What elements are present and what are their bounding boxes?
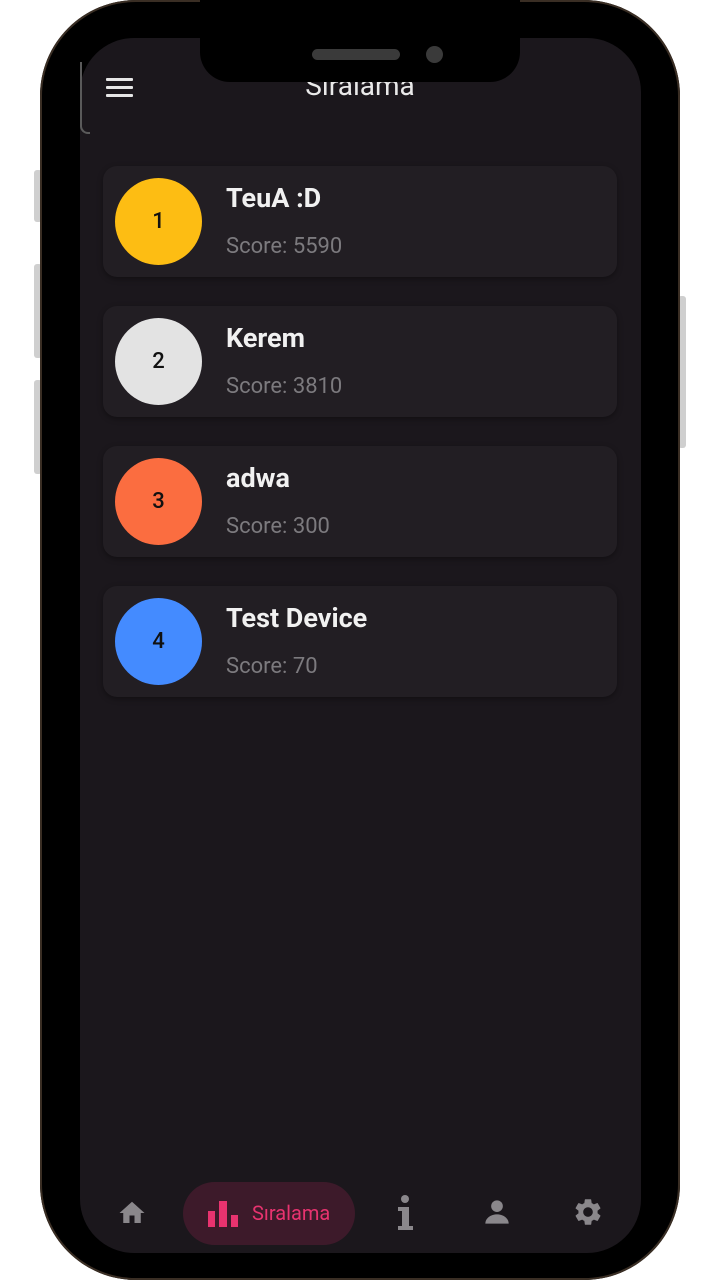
player-score: Score: 70 [226, 654, 318, 679]
nav-profile[interactable] [483, 1198, 511, 1226]
nav-settings[interactable] [572, 1196, 604, 1228]
gear-icon [575, 1199, 601, 1225]
nav-info[interactable] [394, 1194, 416, 1232]
rank-badge: 2 [115, 318, 202, 405]
player-score: Score: 5590 [226, 234, 343, 259]
bottom-navigation: Sıralama [80, 1162, 641, 1262]
rank-badge: 3 [115, 458, 202, 545]
leaderboard-row[interactable]: 3 adwa Score: 300 [103, 446, 617, 557]
nav-ranking-label: Sıralama [252, 1201, 331, 1225]
device-mockup: Sıralama 1 TeuA :D Score: 5590 2 Kerem S… [0, 0, 720, 1280]
player-name: adwa [226, 462, 290, 494]
rank-badge: 1 [115, 178, 202, 265]
nav-home[interactable] [116, 1198, 148, 1228]
player-score: Score: 300 [226, 514, 330, 539]
person-icon [485, 1200, 509, 1224]
player-name: Kerem [226, 322, 306, 354]
bar-chart-icon [208, 1201, 238, 1227]
info-icon [398, 1195, 413, 1230]
leaderboard-row[interactable]: 4 Test Device Score: 70 [103, 586, 617, 697]
home-icon [119, 1201, 145, 1223]
speaker-grille [312, 49, 400, 60]
notch [200, 0, 520, 82]
leaderboard-row[interactable]: 1 TeuA :D Score: 5590 [103, 166, 617, 277]
drawer-edge [80, 62, 90, 134]
player-name: TeuA :D [226, 182, 322, 214]
front-camera [426, 46, 443, 63]
leaderboard-row[interactable]: 2 Kerem Score: 3810 [103, 306, 617, 417]
rank-badge: 4 [115, 598, 202, 685]
nav-ranking[interactable]: Sıralama [183, 1182, 355, 1245]
hamburger-menu-icon[interactable] [106, 76, 134, 98]
player-score: Score: 3810 [226, 374, 343, 399]
player-name: Test Device [226, 602, 368, 634]
